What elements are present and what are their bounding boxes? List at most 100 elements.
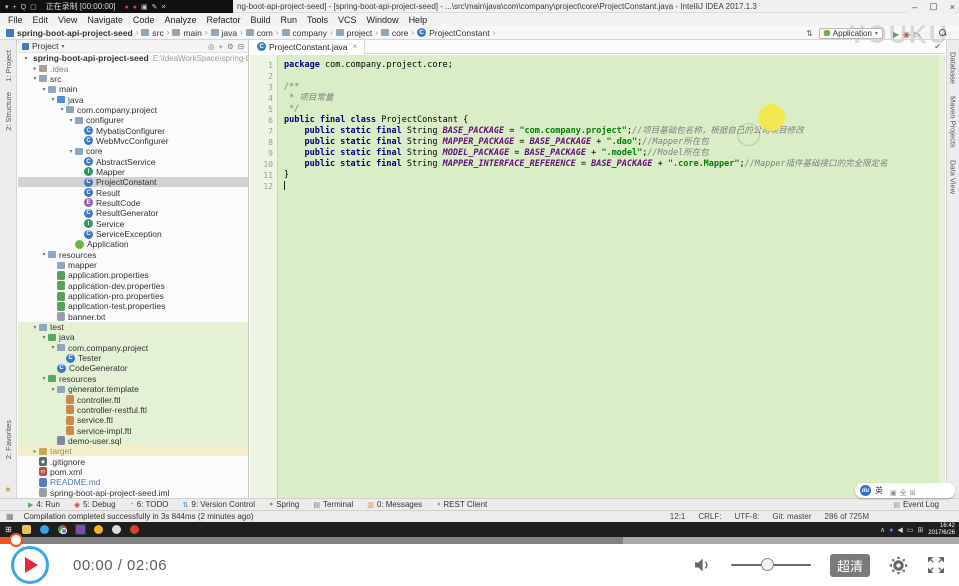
recorder-menu-icons[interactable]: ▾+Q▢ — [5, 3, 41, 11]
tree-row[interactable]: demo-user.sql — [18, 436, 248, 446]
menu-build[interactable]: Build — [245, 15, 275, 25]
breadcrumb-item[interactable]: spring-boot-api-project-seed — [6, 28, 133, 38]
tree-row[interactable]: EResultCode — [18, 198, 248, 208]
editor-area[interactable]: C ProjectConstant.java × ✔ 1package com.… — [250, 40, 945, 498]
tree-row[interactable]: application-test.properties — [18, 301, 248, 311]
tree-row[interactable]: ▾src — [18, 74, 248, 84]
tree-row[interactable]: IService — [18, 219, 248, 229]
tree-row[interactable]: application.properties — [18, 270, 248, 280]
project-panel-title[interactable]: Project — [32, 41, 58, 51]
status-widget[interactable]: UTF-8: — [735, 512, 760, 521]
expand-arrow-icon[interactable]: ▾ — [67, 148, 75, 155]
tree-row[interactable]: service-impl.ftl — [18, 425, 248, 435]
tree-row[interactable]: README.md — [18, 477, 248, 487]
volume-slider[interactable] — [731, 564, 811, 566]
tool-window-button-run[interactable]: ▶4: Run — [28, 500, 60, 509]
tree-row[interactable]: service.ftl — [18, 415, 248, 425]
recorder-icon[interactable]: ● — [133, 4, 137, 11]
video-progress-bar[interactable] — [0, 537, 959, 544]
expand-arrow-icon[interactable]: ▾ — [40, 375, 48, 382]
tool-tab-favorites[interactable]: 2: Favorites — [4, 420, 13, 459]
panel-header-icon[interactable]: ◎ — [208, 42, 215, 51]
tool-tab-data-view[interactable]: Data View — [949, 160, 958, 194]
tray-icon[interactable]: ▭ — [907, 527, 914, 534]
menu-tools[interactable]: Tools — [302, 15, 333, 25]
quality-badge[interactable]: 超清 — [830, 554, 870, 577]
taskbar-app-icon[interactable] — [111, 524, 122, 535]
tree-row[interactable]: ▾resources — [18, 250, 248, 260]
breadcrumb-item[interactable]: main — [172, 28, 201, 38]
menu-window[interactable]: Window — [362, 15, 404, 25]
tree-row[interactable]: ▸.idea — [18, 63, 248, 73]
settings-gear-icon[interactable] — [889, 556, 908, 575]
tool-window-button-debug[interactable]: ◉5: Debug — [74, 500, 116, 509]
tool-window-button-todo[interactable]: ◔6: TODO — [130, 500, 169, 509]
tree-row[interactable]: CServiceException — [18, 229, 248, 239]
tab-projectconstant-java[interactable]: C ProjectConstant.java × — [250, 40, 365, 54]
minimize-icon[interactable]: – — [912, 2, 917, 12]
recorder-icon[interactable]: ▢ — [30, 4, 37, 11]
menu-help[interactable]: Help — [404, 15, 433, 25]
tree-row[interactable]: ▾java — [18, 332, 248, 342]
menu-view[interactable]: View — [53, 15, 82, 25]
tree-row[interactable]: ▾spring-boot-api-project-seedE:\IdeaWork… — [18, 53, 248, 63]
expand-arrow-icon[interactable]: ▾ — [49, 344, 57, 351]
tray-icon[interactable]: ⊞ — [917, 527, 923, 534]
expand-arrow-icon[interactable]: ▾ — [58, 106, 66, 113]
tool-window-button-eventlog[interactable]: ▤Event Log — [893, 500, 939, 509]
project-panel-action-icons[interactable]: ◎+⚙⊟ — [204, 41, 244, 51]
taskbar-app-icon[interactable] — [39, 524, 50, 535]
breadcrumb-item[interactable]: core — [381, 28, 409, 38]
expand-arrow-icon[interactable]: ▾ — [40, 334, 48, 341]
toolbar-icon[interactable]: ▶ — [893, 30, 899, 39]
menu-navigate[interactable]: Navigate — [82, 15, 128, 25]
menu-code[interactable]: Code — [128, 15, 160, 25]
menu-file[interactable]: File — [3, 15, 28, 25]
tree-row[interactable]: mapper — [18, 260, 248, 270]
tree-row[interactable]: application-dev.properties — [18, 281, 248, 291]
menu-run[interactable]: Run — [276, 15, 303, 25]
recorder-icon[interactable]: + — [13, 4, 17, 11]
run-configuration-select[interactable]: Application ▾ — [819, 28, 883, 39]
tree-row[interactable]: controller.ftl — [18, 394, 248, 404]
breadcrumb-item[interactable]: project — [336, 28, 373, 38]
recorder-icon[interactable]: ● — [125, 4, 129, 11]
panel-header-icon[interactable]: + — [219, 42, 223, 51]
tree-row[interactable]: CAbstractService — [18, 156, 248, 166]
tree-row[interactable]: CResult — [18, 187, 248, 197]
panel-header-icon[interactable]: ⊟ — [238, 42, 244, 51]
toolbar-icon[interactable]: ◌ — [924, 30, 929, 39]
maximize-icon[interactable]: ▢ — [929, 1, 938, 12]
tree-row[interactable]: CResultGenerator — [18, 208, 248, 218]
taskbar-clock[interactable]: 16:42 2017/6/26 — [928, 523, 955, 536]
tray-icon[interactable]: ◀ — [897, 527, 902, 534]
tree-row[interactable]: controller-restful.ftl — [18, 405, 248, 415]
tree-row[interactable]: ▾java — [18, 94, 248, 104]
breadcrumb-item[interactable]: java — [211, 28, 238, 38]
tree-row[interactable]: ▾com.company.project — [18, 343, 248, 353]
expand-arrow-icon[interactable]: ▸ — [31, 65, 39, 72]
tree-row[interactable]: ▾com.company.project — [18, 105, 248, 115]
fullscreen-icon[interactable] — [927, 556, 945, 574]
tree-row[interactable]: CWebMvcConfigurer — [18, 136, 248, 146]
menu-analyze[interactable]: Analyze — [159, 15, 201, 25]
recorder-icon[interactable]: ▣ — [141, 4, 148, 11]
menu-edit[interactable]: Edit — [28, 15, 54, 25]
tree-row[interactable]: IMapper — [18, 167, 248, 177]
tool-window-toggle-icon[interactable]: ▦ — [6, 512, 14, 521]
breadcrumb-item[interactable]: CProjectConstant — [417, 28, 489, 38]
expand-arrow-icon[interactable]: ▾ — [67, 117, 75, 124]
tree-row[interactable]: application-pro.properties — [18, 291, 248, 301]
play-button[interactable] — [11, 546, 49, 584]
ime-icon[interactable]: ⊞ — [910, 490, 916, 497]
tree-row[interactable]: ◆.gitignore — [18, 456, 248, 466]
recorder-icon[interactable]: ▾ — [5, 4, 9, 11]
menu-vcs[interactable]: VCS — [333, 15, 362, 25]
code-editor[interactable]: 1package com.company.project.core;23/**4… — [250, 55, 945, 498]
taskbar-app-icon[interactable] — [93, 524, 104, 535]
taskbar-app-icon[interactable] — [129, 524, 140, 535]
progress-scrubber-knob[interactable] — [9, 533, 23, 547]
editor-scrollbar[interactable] — [939, 55, 945, 498]
tool-tab-database[interactable]: Database — [949, 52, 958, 84]
tree-row[interactable]: CTester — [18, 353, 248, 363]
